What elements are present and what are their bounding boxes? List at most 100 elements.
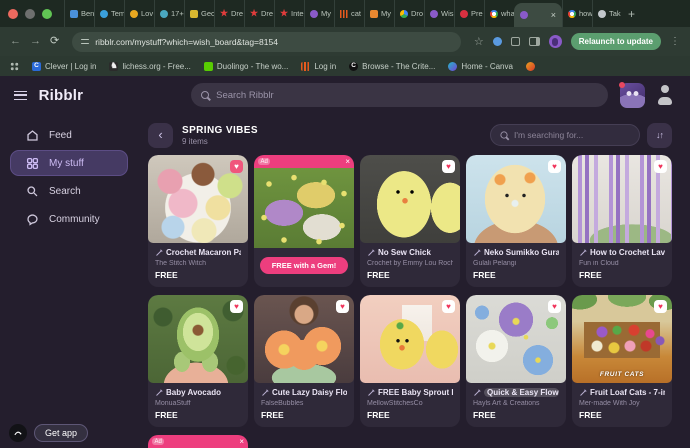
active-browser-tab[interactable]: × xyxy=(514,3,562,27)
relaunch-to-update-button[interactable]: Relaunch to update xyxy=(571,33,661,50)
sidebar-item-search[interactable]: Search xyxy=(0,178,140,204)
url-text[interactable]: ribblr.com/mystuff?which=wish_board&tag=… xyxy=(95,37,278,47)
pattern-author[interactable]: Fun in Cloud xyxy=(579,260,665,267)
pattern-title[interactable]: FREE Baby Sprout Duck ... xyxy=(378,388,453,397)
browser-tab[interactable]: how xyxy=(562,0,592,27)
pattern-author[interactable]: MonuaStuff xyxy=(155,400,241,407)
browser-tab[interactable]: Tem xyxy=(94,0,124,27)
browser-tab[interactable]: Wis xyxy=(424,0,454,27)
pattern-title[interactable]: Cute Lazy Daisy Flower (... xyxy=(272,388,347,397)
browser-tab[interactable]: Ben xyxy=(64,0,94,27)
global-search-bar[interactable] xyxy=(191,83,608,107)
profile-avatar[interactable] xyxy=(549,35,562,48)
favorite-heart-icon[interactable]: ♥ xyxy=(442,300,455,313)
favorite-heart-icon[interactable]: ♥ xyxy=(654,300,667,313)
bookmark-item[interactable]: CBrowse - The Crite... xyxy=(349,62,435,71)
profile-icon[interactable] xyxy=(654,84,676,106)
pattern-card[interactable]: ♥ Quick & Easy Flower A... Hayls Art & C… xyxy=(466,295,566,427)
pattern-author[interactable]: Gulali Pelangi xyxy=(473,260,559,267)
bookmark-item[interactable]: ♞lichess.org - Free... xyxy=(109,62,190,71)
pattern-author[interactable]: The Stitch Witch xyxy=(155,260,241,267)
pattern-card[interactable]: ♥ How to Crochet Lavender Fun in Cloud F… xyxy=(572,155,672,287)
bookmark-item[interactable]: Home - Canva xyxy=(448,62,513,71)
browser-tab[interactable]: My xyxy=(364,0,394,27)
browser-tab[interactable]: 17+ xyxy=(154,0,184,27)
back-icon[interactable]: ← xyxy=(10,36,21,47)
forward-icon[interactable]: → xyxy=(30,36,41,47)
ribblr-mascot-icon[interactable] xyxy=(620,83,645,108)
ad-image[interactable] xyxy=(254,168,354,248)
browser-tab[interactable]: Tak xyxy=(592,0,622,27)
apps-grid-icon[interactable] xyxy=(10,62,19,71)
close-window-button[interactable] xyxy=(8,9,18,19)
pattern-title[interactable]: Baby Avocado xyxy=(166,388,221,397)
pattern-card[interactable]: FRUIT CATS ♥ Fruit Loaf Cats - 7-in-1 L.… xyxy=(572,295,672,427)
pattern-author[interactable]: Mer-made With Joy xyxy=(579,400,665,407)
minimize-window-button[interactable] xyxy=(25,9,35,19)
pattern-title[interactable]: Fruit Loaf Cats - 7-in-1 L... xyxy=(590,388,665,397)
browser-tab[interactable]: cat xyxy=(334,0,364,27)
favorite-heart-icon[interactable]: ♥ xyxy=(548,300,561,313)
side-panel-icon[interactable] xyxy=(529,37,540,46)
bookmark-item[interactable]: Duolingo - The wo... xyxy=(204,62,288,71)
new-tab-button[interactable]: + xyxy=(628,7,635,21)
bookmark-star-icon[interactable]: ☆ xyxy=(474,35,484,48)
ad-card-partial[interactable]: Ad × xyxy=(148,435,248,448)
favorite-heart-icon[interactable]: ♥ xyxy=(442,160,455,173)
browser-menu-icon[interactable]: ⋮ xyxy=(670,36,680,47)
sidebar-item-feed[interactable]: Feed xyxy=(0,122,140,148)
pattern-author[interactable]: FalseBubbles xyxy=(261,400,347,407)
hamburger-menu-icon[interactable] xyxy=(14,91,27,100)
favorite-heart-icon[interactable]: ♥ xyxy=(230,160,243,173)
pattern-title[interactable]: Neko Sumikko Gurashi C... xyxy=(484,248,559,257)
get-app-widget[interactable]: Get app xyxy=(9,424,88,442)
pattern-author[interactable]: MellowStitchesCo xyxy=(367,400,453,407)
extension-icon[interactable] xyxy=(493,37,502,46)
global-search-input[interactable] xyxy=(216,90,598,101)
favorite-heart-icon[interactable]: ♥ xyxy=(230,300,243,313)
browser-tab[interactable]: Lov xyxy=(124,0,154,27)
pattern-card[interactable]: ♥ Cute Lazy Daisy Flower (... FalseBubbl… xyxy=(254,295,354,427)
sidebar-item-my-stuff[interactable]: My stuff xyxy=(10,150,128,176)
pattern-title[interactable]: Crochet Macaron Pattern xyxy=(166,248,241,257)
zoom-window-button[interactable] xyxy=(42,9,52,19)
browser-tab[interactable]: Dro xyxy=(394,0,424,27)
bookmark-item[interactable] xyxy=(526,62,535,71)
sort-button[interactable]: ↓↑ xyxy=(647,123,672,148)
browser-tab[interactable]: Pre xyxy=(454,0,484,27)
reload-icon[interactable]: ⟳ xyxy=(50,36,59,47)
browser-tab[interactable]: My xyxy=(304,0,334,27)
sidebar-item-community[interactable]: Community xyxy=(0,206,140,232)
pattern-author[interactable]: Crochet by Emmy Lou Roch xyxy=(367,260,453,267)
app-badge-icon[interactable] xyxy=(9,424,27,442)
extensions-puzzle-icon[interactable] xyxy=(511,37,520,46)
pattern-title[interactable]: No Sew Chick xyxy=(378,248,431,257)
pattern-title[interactable]: Quick & Easy Flower A... xyxy=(484,388,559,397)
browser-tab[interactable]: ★Dre xyxy=(244,0,274,27)
bookmark-item[interactable]: Log in xyxy=(301,62,336,71)
close-tab-icon[interactable]: × xyxy=(551,10,556,20)
ad-card[interactable]: Ad × FREE with a Gem! xyxy=(254,155,354,287)
window-controls[interactable] xyxy=(8,9,52,19)
pattern-title[interactable]: How to Crochet Lavender xyxy=(590,248,665,257)
favorite-heart-icon[interactable]: ♥ xyxy=(654,160,667,173)
bookmark-item[interactable]: CClever | Log in xyxy=(32,62,96,71)
pattern-card[interactable]: ♥ Crochet Macaron Pattern The Stitch Wit… xyxy=(148,155,248,287)
get-app-button[interactable]: Get app xyxy=(34,424,88,442)
browser-tab[interactable]: Geo xyxy=(184,0,214,27)
pattern-author[interactable]: Hayls Art & Creations xyxy=(473,400,559,407)
browser-tab[interactable]: wha xyxy=(484,0,514,27)
ad-close-icon[interactable]: × xyxy=(239,438,244,446)
browser-tab[interactable]: ★Inte xyxy=(274,0,304,27)
pattern-card[interactable]: ♥ Baby Avocado MonuaStuff FREE xyxy=(148,295,248,427)
board-search-input[interactable] xyxy=(514,130,630,140)
favorite-heart-icon[interactable]: ♥ xyxy=(336,300,349,313)
pattern-card[interactable]: ♥ No Sew Chick Crochet by Emmy Lou Roch … xyxy=(360,155,460,287)
back-button[interactable]: ‹ xyxy=(148,123,173,148)
browser-tab[interactable]: ★Dre xyxy=(214,0,244,27)
favorite-heart-icon[interactable]: ♥ xyxy=(548,160,561,173)
site-settings-icon[interactable] xyxy=(81,38,89,45)
ad-cta-button[interactable]: FREE with a Gem! xyxy=(260,257,348,274)
pattern-card[interactable]: ♥ FREE Baby Sprout Duck ... MellowStitch… xyxy=(360,295,460,427)
ad-close-icon[interactable]: × xyxy=(345,158,350,166)
